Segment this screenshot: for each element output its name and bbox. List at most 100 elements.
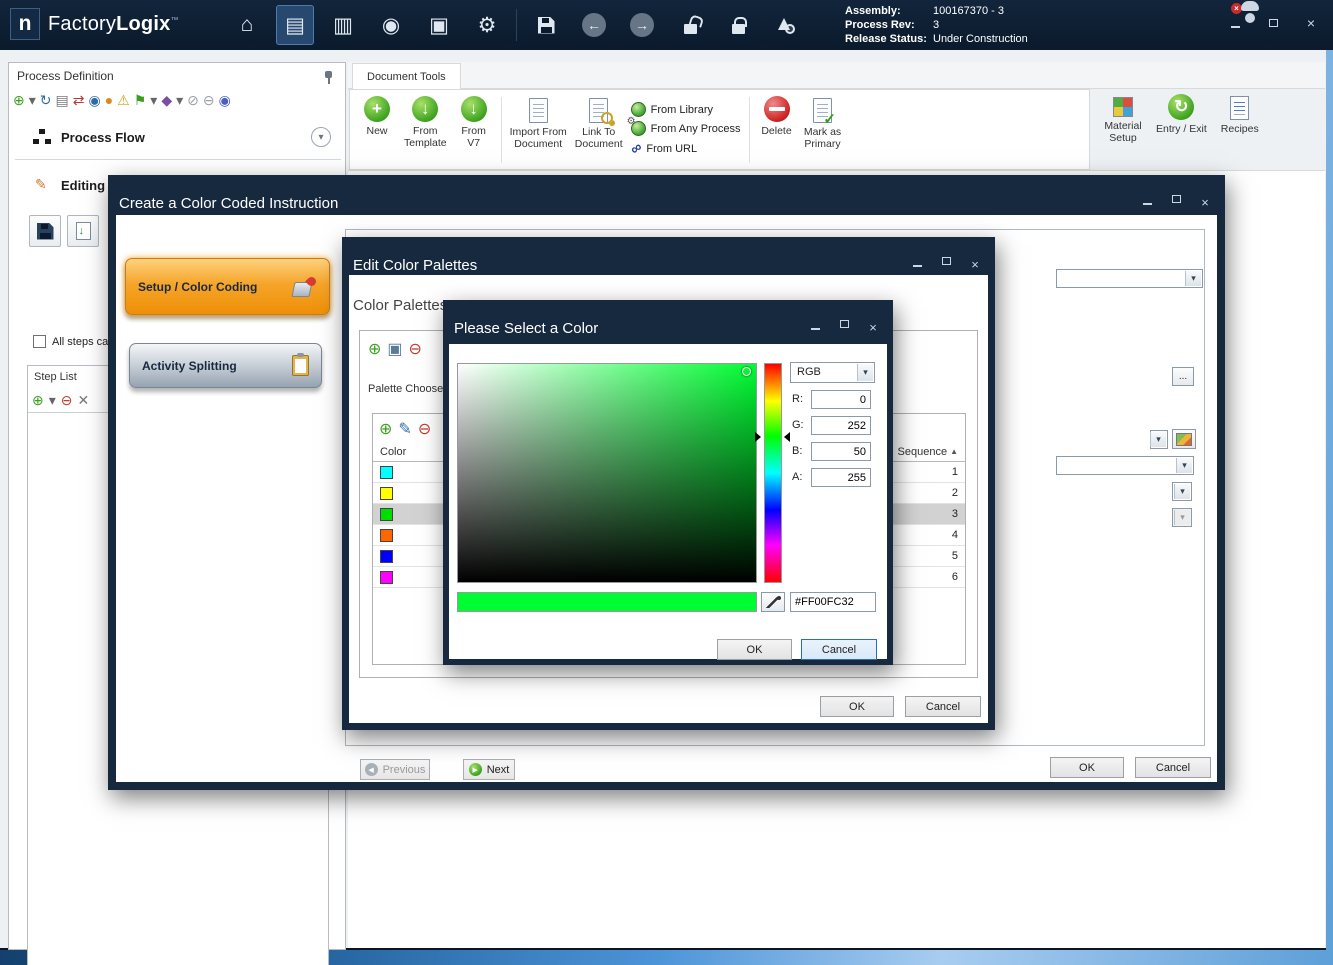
back-icon[interactable]: ← (575, 5, 613, 45)
cancel-button[interactable]: Cancel (1135, 757, 1211, 778)
collapse-chevron-icon[interactable]: ▾ (311, 127, 331, 147)
tab-document-tools[interactable]: Document Tools (352, 63, 461, 89)
edit-color-icon[interactable]: ✎ (398, 419, 411, 439)
ok-button[interactable]: OK (1050, 757, 1124, 778)
step-cut-icon[interactable]: ✕ (78, 390, 90, 410)
home-icon[interactable]: ⌂ (228, 5, 266, 45)
green-input[interactable] (811, 416, 871, 435)
new-button[interactable]: + New (354, 94, 400, 166)
from-v7-button[interactable]: ↓ From V7 (451, 94, 497, 166)
saturation-value-field[interactable] (457, 363, 757, 583)
color-model-select[interactable]: RGB (790, 362, 875, 383)
blue-input[interactable] (811, 442, 871, 461)
import-from-document-button[interactable]: Import From Document (506, 94, 571, 166)
caret-2-icon[interactable]: ▾ (150, 90, 157, 110)
ok-button[interactable]: OK (717, 639, 792, 660)
option-combo[interactable] (1056, 456, 1194, 475)
audit-search-icon[interactable] (767, 5, 805, 45)
from-url-button[interactable]: ∞ From URL (627, 139, 745, 158)
ok-button[interactable]: OK (820, 696, 894, 717)
from-template-button[interactable]: ↓ From Template (400, 94, 451, 166)
mini-combo-1[interactable] (1150, 430, 1168, 449)
cancel-button[interactable]: Cancel (801, 639, 877, 660)
remove-color-icon[interactable]: ⊖ (418, 419, 431, 439)
minimize-button[interactable] (807, 320, 823, 335)
save-icon[interactable] (527, 5, 565, 45)
color-swatch[interactable] (380, 508, 393, 521)
palette-icon[interactable]: ◆ (161, 90, 172, 110)
hue-slider[interactable] (764, 363, 782, 583)
warning-icon[interactable]: ⚠ (117, 90, 130, 110)
cancel-button[interactable]: Cancel (905, 696, 981, 717)
settings-gear-icon[interactable]: ⚙ (468, 5, 506, 45)
color-swatch[interactable] (380, 529, 393, 542)
color-swatch[interactable] (380, 487, 393, 500)
flag-icon[interactable]: ⚑ (134, 90, 147, 110)
navigator-icon[interactable]: ◉ (372, 5, 410, 45)
color-swatch[interactable] (380, 571, 393, 584)
caret-1-icon[interactable]: ▾ (29, 90, 36, 110)
close-button[interactable]: × (1303, 15, 1319, 31)
previous-button[interactable]: ◀ Previous (360, 759, 430, 780)
info-icon[interactable]: ◉ (219, 90, 231, 110)
import-process-button[interactable] (67, 215, 99, 247)
maximize-button[interactable] (836, 320, 852, 335)
add-palette-icon[interactable]: ⊕ (368, 339, 381, 359)
from-any-process-button[interactable]: From Any Process (627, 120, 745, 137)
activity-splitting-button[interactable]: Activity Splitting (129, 343, 322, 388)
setup-color-coding-button[interactable]: Setup / Color Coding (125, 258, 330, 315)
maximize-button[interactable] (1168, 195, 1184, 210)
lock-icon[interactable] (719, 5, 757, 45)
pause-icon[interactable]: ⊘ (187, 90, 199, 110)
copy-palette-icon[interactable]: ▣ (387, 339, 402, 359)
hue-marker-right[interactable] (784, 432, 790, 442)
step-caret-icon[interactable]: ▾ (49, 390, 56, 410)
close-button[interactable]: × (967, 257, 983, 272)
mini-combo-2[interactable] (1172, 482, 1192, 501)
image-select-button[interactable] (1172, 429, 1196, 449)
save-process-button[interactable] (29, 215, 61, 247)
link-to-document-button[interactable]: Link To Document (571, 94, 627, 166)
minimize-button[interactable] (909, 257, 925, 272)
browse-button[interactable]: ... (1172, 367, 1194, 386)
minimize-button[interactable] (1227, 15, 1243, 31)
maximize-button[interactable] (938, 257, 954, 272)
sequence-column-header[interactable]: Sequence ▲ (898, 446, 958, 458)
recipes-button[interactable]: Recipes (1217, 92, 1263, 164)
maximize-button[interactable] (1265, 15, 1281, 31)
eyedropper-button[interactable] (761, 592, 785, 612)
step-add-icon[interactable]: ⊕ (32, 390, 44, 410)
edit-document-icon[interactable]: ▤ (276, 5, 314, 45)
hex-input[interactable] (790, 592, 876, 612)
documents-stack-icon[interactable]: ▥ (324, 5, 362, 45)
next-button[interactable]: ▶ Next (463, 759, 515, 780)
copy-pages-icon[interactable]: ▣ (420, 5, 458, 45)
material-setup-button[interactable]: Material Setup (1100, 92, 1146, 164)
forward-icon[interactable]: → (623, 5, 661, 45)
all-steps-checkbox[interactable] (33, 335, 46, 348)
print-icon[interactable]: ▤ (56, 90, 69, 110)
add-color-icon[interactable]: ⊕ (379, 419, 392, 439)
stop-icon[interactable]: ⊖ (203, 90, 215, 110)
process-flow-header[interactable]: Process Flow ▾ (9, 123, 345, 153)
caret-3-icon[interactable]: ▾ (176, 90, 183, 110)
step-remove-icon[interactable]: ⊖ (61, 390, 73, 410)
from-library-button[interactable]: From Library (627, 101, 745, 118)
add-icon[interactable]: ⊕ (13, 90, 25, 110)
alpha-input[interactable] (811, 468, 871, 487)
mark-as-primary-button[interactable]: Mark as Primary (800, 94, 846, 166)
hue-marker-left[interactable] (755, 432, 761, 442)
entry-exit-button[interactable]: ↻ Entry / Exit (1152, 92, 1211, 164)
instruction-combo[interactable] (1056, 269, 1203, 288)
user-orange-icon[interactable]: ● (105, 90, 113, 110)
remove-palette-icon[interactable]: ⊖ (409, 339, 422, 359)
color-swatch[interactable] (380, 466, 393, 479)
close-button[interactable]: × (865, 320, 881, 335)
color-column-header[interactable]: Color (380, 446, 406, 458)
unlock-icon[interactable] (671, 5, 709, 45)
pin-icon[interactable] (321, 70, 335, 84)
delete-button[interactable]: Delete (754, 94, 800, 166)
sync-icon[interactable]: ↻ (40, 90, 52, 110)
close-button[interactable]: × (1197, 195, 1213, 210)
minimize-button[interactable] (1139, 195, 1155, 210)
